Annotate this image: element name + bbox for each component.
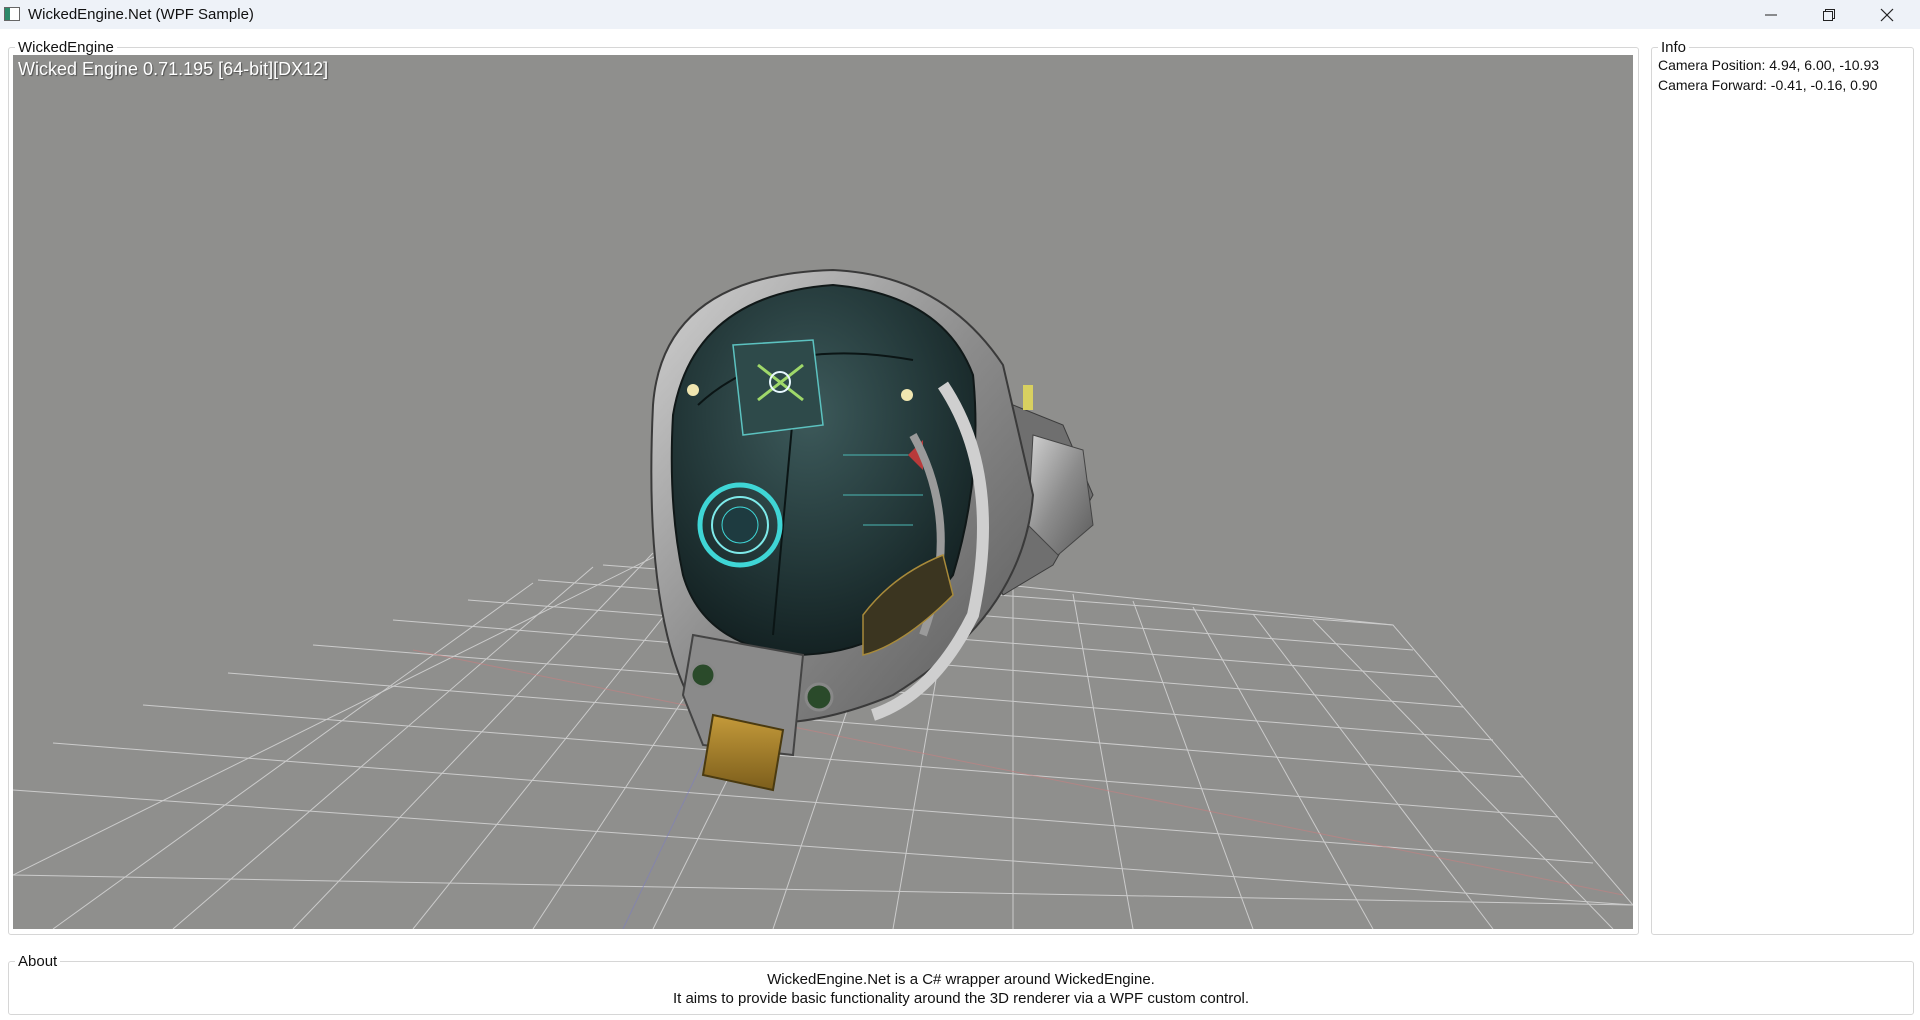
info-group-header: Info xyxy=(1658,39,1690,56)
scene-render xyxy=(13,268,1633,929)
about-groupbox: About WickedEngine.Net is a C# wrapper a… xyxy=(8,953,1914,1015)
restore-icon xyxy=(1823,8,1835,21)
close-icon xyxy=(1880,8,1894,21)
helmet-model xyxy=(650,268,1094,792)
title-bar[interactable]: WickedEngine.Net (WPF Sample) xyxy=(0,0,1920,29)
window-title: WickedEngine.Net (WPF Sample) xyxy=(28,6,254,23)
app-icon xyxy=(4,7,20,21)
close-button[interactable] xyxy=(1858,0,1916,29)
about-line-2: It aims to provide basic functionality a… xyxy=(672,990,1250,1007)
restore-button[interactable] xyxy=(1800,0,1858,29)
info-groupbox: Info Camera Position: 4.94, 6.00, -10.93… xyxy=(1651,39,1914,935)
viewport-group-header: WickedEngine xyxy=(15,39,117,56)
x-axis-line xyxy=(412,649,1624,896)
engine-version-label: Wicked Engine 0.71.195 [64-bit][DX12] xyxy=(18,59,329,79)
minimize-button[interactable] xyxy=(1742,0,1800,29)
render-viewport[interactable]: Wicked Engine 0.71.195 [64-bit][DX12] xyxy=(13,55,1633,929)
camera-forward-text: Camera Forward: -0.41, -0.16, 0.90 xyxy=(1658,77,1878,93)
camera-position-text: Camera Position: 4.94, 6.00, -10.93 xyxy=(1658,57,1880,73)
about-group-header: About xyxy=(15,953,61,970)
about-line-1: WickedEngine.Net is a C# wrapper around … xyxy=(767,971,1155,988)
minimize-icon xyxy=(1765,14,1777,15)
